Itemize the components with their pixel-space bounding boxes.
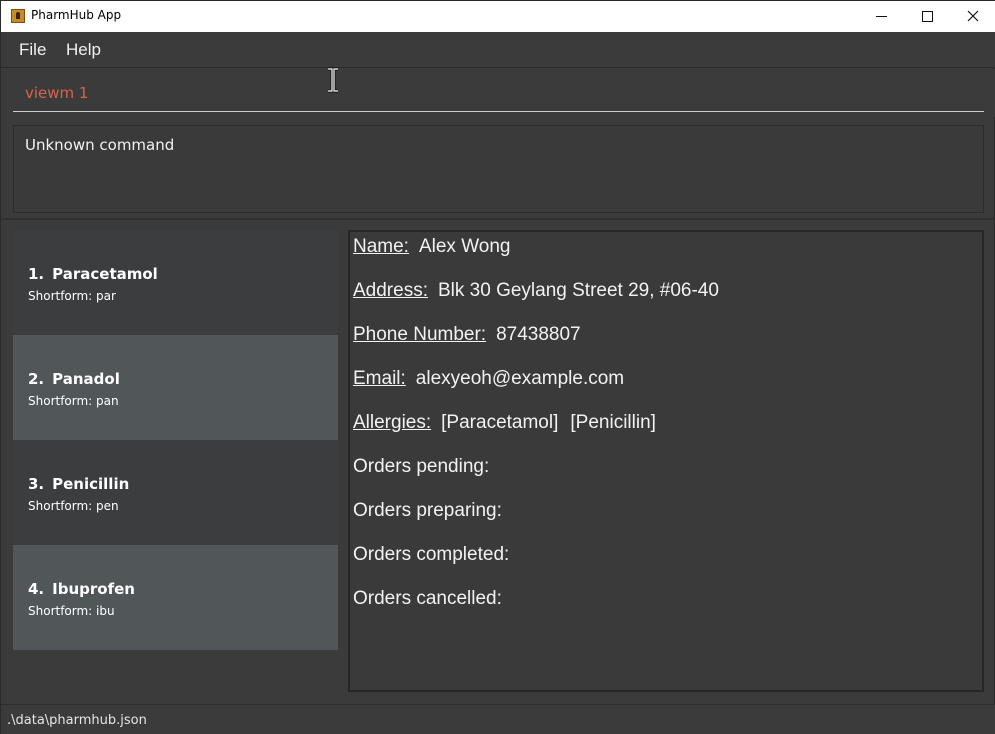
menu-bar: File Help bbox=[1, 32, 995, 68]
allergies-label: Allergies: bbox=[353, 412, 432, 433]
name-value: Alex Wong bbox=[418, 236, 511, 257]
close-button[interactable] bbox=[950, 1, 995, 32]
title-bar[interactable]: PharmHub App bbox=[1, 1, 995, 32]
list-item[interactable]: 2. Panadol Shortform: pan bbox=[13, 335, 338, 440]
item-index: 3. bbox=[28, 475, 45, 493]
command-box: viewm 1 bbox=[1, 69, 995, 117]
list-item[interactable]: 1. Paracetamol Shortform: par bbox=[13, 230, 338, 335]
medicine-name: Penicillin bbox=[52, 475, 130, 493]
minimize-icon bbox=[875, 15, 887, 17]
name-row: Name: Alex Wong bbox=[353, 236, 511, 258]
person-details: Name: Alex Wong Address: Blk 30 Geylang St… bbox=[348, 230, 984, 692]
allergy-tag: [Penicillin] bbox=[570, 412, 656, 433]
allergy-tag: [Paracetamol] bbox=[441, 412, 559, 433]
allergies-row: Allergies: [Paracetamol] [Penicillin] bbox=[353, 412, 668, 434]
orders-pending: Orders pending: bbox=[353, 456, 490, 477]
email-label: Email: bbox=[353, 368, 406, 389]
email-row: Email: alexyeoh@example.com bbox=[353, 368, 624, 390]
app-window: PharmHub App File Help viewm 1 Unknown c… bbox=[0, 0, 995, 734]
address-value: Blk 30 Geylang Street 29, #06-40 bbox=[437, 280, 719, 301]
medicine-name: Paracetamol bbox=[52, 265, 158, 283]
text-cursor-icon bbox=[328, 67, 338, 93]
medicine-shortform: Shortform: par bbox=[28, 289, 116, 303]
orders-preparing: Orders preparing: bbox=[353, 500, 502, 521]
data-file-path: .\data\pharmhub.json bbox=[7, 713, 147, 728]
name-label: Name: bbox=[353, 236, 409, 257]
phone-value: 87438807 bbox=[496, 324, 581, 345]
list-item[interactable]: 3. Penicillin Shortform: pen bbox=[13, 440, 338, 545]
divider bbox=[1, 218, 995, 220]
address-row: Address: Blk 30 Geylang Street 29, #06-40 bbox=[353, 280, 719, 302]
result-display: Unknown command bbox=[13, 125, 984, 213]
orders-cancelled: Orders cancelled: bbox=[353, 588, 502, 609]
address-label: Address: bbox=[353, 280, 428, 301]
phone-row: Phone Number: 87438807 bbox=[353, 324, 581, 346]
close-icon bbox=[967, 10, 979, 22]
minimize-button[interactable] bbox=[858, 1, 904, 32]
maximize-button[interactable] bbox=[904, 1, 950, 32]
item-index: 2. bbox=[28, 370, 45, 388]
medicine-name: Ibuprofen bbox=[52, 580, 135, 598]
phone-label: Phone Number: bbox=[353, 324, 487, 345]
command-input[interactable]: viewm 1 bbox=[13, 77, 984, 112]
status-bar: .\data\pharmhub.json bbox=[1, 704, 995, 734]
medicine-shortform: Shortform: ibu bbox=[28, 604, 115, 618]
orders-completed: Orders completed: bbox=[353, 544, 510, 565]
maximize-icon bbox=[921, 10, 933, 22]
medicine-name: Panadol bbox=[52, 370, 120, 388]
item-index: 4. bbox=[28, 580, 45, 598]
menu-help[interactable]: Help bbox=[66, 40, 101, 60]
medicine-shortform: Shortform: pen bbox=[28, 499, 119, 513]
app-icon bbox=[11, 9, 25, 23]
medicine-shortform: Shortform: pan bbox=[28, 394, 119, 408]
window-title: PharmHub App bbox=[31, 8, 122, 22]
item-index: 1. bbox=[28, 265, 45, 283]
menu-file[interactable]: File bbox=[19, 40, 46, 60]
medicine-list[interactable]: 1. Paracetamol Shortform: par 2. Panadol S… bbox=[13, 230, 338, 703]
list-item[interactable]: 4. Ibuprofen Shortform: ibu bbox=[13, 545, 338, 650]
email-value: alexyeoh@example.com bbox=[415, 368, 625, 389]
